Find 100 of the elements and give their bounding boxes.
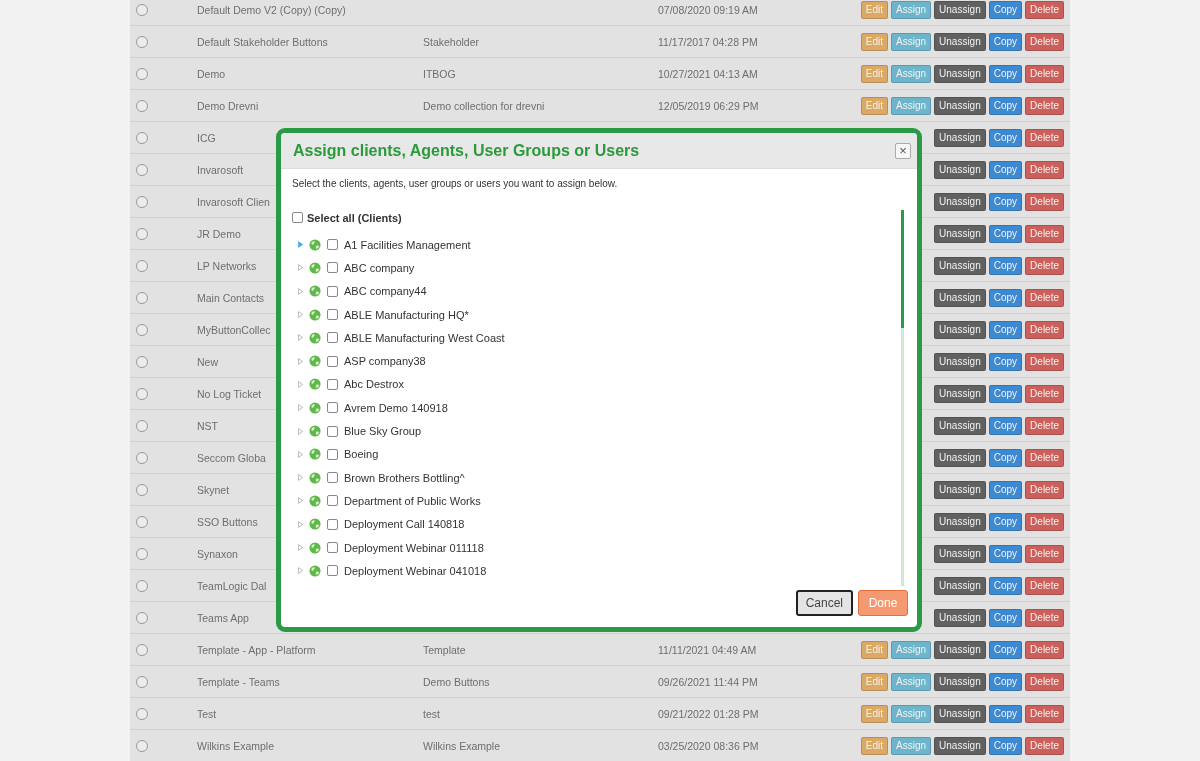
delete-button[interactable]: Delete (1025, 480, 1064, 499)
unassign-button[interactable]: Unassign (934, 704, 986, 723)
delete-button[interactable]: Delete (1025, 32, 1064, 51)
copy-button[interactable]: Copy (988, 128, 1023, 147)
radio-button[interactable] (136, 195, 148, 208)
delete-button[interactable]: Delete (1025, 608, 1064, 627)
client-name[interactable]: ABLE Manufacturing West Coast (344, 331, 505, 344)
delete-button[interactable]: Delete (1025, 736, 1064, 755)
copy-button[interactable]: Copy (988, 640, 1023, 659)
copy-button[interactable]: Copy (988, 224, 1023, 243)
assign-button[interactable]: Assign (891, 96, 932, 115)
expand-arrow-icon[interactable] (298, 567, 303, 575)
copy-button[interactable]: Copy (988, 480, 1023, 499)
unassign-button[interactable]: Unassign (934, 480, 986, 499)
copy-button[interactable]: Copy (988, 512, 1023, 531)
checkbox[interactable] (327, 285, 338, 297)
expand-arrow-icon[interactable] (298, 450, 303, 458)
delete-button[interactable]: Delete (1025, 512, 1064, 531)
radio-button[interactable] (136, 323, 148, 336)
copy-button[interactable]: Copy (988, 384, 1023, 403)
radio-button[interactable] (136, 355, 148, 368)
unassign-button[interactable]: Unassign (934, 160, 986, 179)
client-name[interactable]: Deployment Webinar 011118 (344, 541, 484, 554)
unassign-button[interactable]: Unassign (934, 640, 986, 659)
client-name[interactable]: Brown Brothers Bottling^ (344, 471, 465, 484)
unassign-button[interactable]: Unassign (934, 544, 986, 563)
radio-button[interactable] (136, 259, 148, 272)
assign-button[interactable]: Assign (891, 736, 932, 755)
checkbox[interactable] (327, 262, 338, 274)
edit-button[interactable]: Edit (860, 672, 888, 691)
delete-button[interactable]: Delete (1025, 128, 1064, 147)
delete-button[interactable]: Delete (1025, 224, 1064, 243)
unassign-button[interactable]: Unassign (934, 736, 986, 755)
copy-button[interactable]: Copy (988, 288, 1023, 307)
checkbox[interactable] (327, 448, 338, 460)
expand-arrow-icon[interactable] (298, 497, 303, 505)
copy-button[interactable]: Copy (988, 448, 1023, 467)
radio-button[interactable] (136, 643, 148, 656)
client-name[interactable]: Deployment Webinar 041018 (344, 564, 487, 577)
delete-button[interactable]: Delete (1025, 192, 1064, 211)
client-name[interactable]: A1 Facilities Management (344, 238, 471, 251)
client-name[interactable]: Department of Public Works (344, 494, 481, 507)
unassign-button[interactable]: Unassign (934, 288, 986, 307)
radio-button[interactable] (136, 739, 148, 752)
radio-button[interactable] (136, 451, 148, 464)
delete-button[interactable]: Delete (1025, 256, 1064, 275)
delete-button[interactable]: Delete (1025, 288, 1064, 307)
checkbox[interactable] (327, 565, 338, 577)
delete-button[interactable]: Delete (1025, 416, 1064, 435)
radio-button[interactable] (136, 67, 148, 80)
unassign-button[interactable]: Unassign (934, 32, 986, 51)
delete-button[interactable]: Delete (1025, 96, 1064, 115)
radio-button[interactable] (136, 707, 148, 720)
copy-button[interactable]: Copy (988, 576, 1023, 595)
assign-button[interactable]: Assign (891, 672, 932, 691)
edit-button[interactable]: Edit (860, 736, 888, 755)
delete-button[interactable]: Delete (1025, 384, 1064, 403)
edit-button[interactable]: Edit (860, 640, 888, 659)
copy-button[interactable]: Copy (988, 608, 1023, 627)
radio-button[interactable] (136, 611, 148, 624)
expand-arrow-icon[interactable] (298, 334, 303, 342)
checkbox[interactable] (327, 309, 338, 321)
radio-button[interactable] (136, 131, 148, 144)
expand-arrow-icon[interactable] (298, 264, 303, 272)
copy-button[interactable]: Copy (988, 192, 1023, 211)
edit-button[interactable]: Edit (860, 0, 888, 19)
radio-button[interactable] (136, 291, 148, 304)
checkbox[interactable] (327, 332, 338, 344)
checkbox[interactable] (327, 355, 338, 367)
client-name[interactable]: ABC company44 (344, 285, 427, 298)
radio-button[interactable] (136, 3, 148, 16)
assign-button[interactable]: Assign (891, 0, 932, 19)
client-name[interactable]: ABLE Manufacturing HQ* (344, 308, 469, 321)
expand-arrow-icon[interactable] (298, 241, 303, 249)
edit-button[interactable]: Edit (860, 32, 888, 51)
client-name[interactable]: ABC company (344, 261, 415, 274)
checkbox[interactable] (327, 542, 338, 553)
copy-button[interactable]: Copy (988, 256, 1023, 275)
client-name[interactable]: Boeing (344, 448, 379, 461)
cancel-button[interactable]: Cancel (795, 589, 853, 616)
unassign-button[interactable]: Unassign (934, 320, 986, 339)
checkbox[interactable] (327, 402, 338, 414)
copy-button[interactable]: Copy (988, 320, 1023, 339)
unassign-button[interactable]: Unassign (934, 352, 986, 371)
radio-button[interactable] (136, 387, 148, 400)
copy-button[interactable]: Copy (988, 416, 1023, 435)
unassign-button[interactable]: Unassign (934, 96, 986, 115)
client-name[interactable]: ASP company38 (344, 355, 426, 368)
expand-arrow-icon[interactable] (298, 311, 303, 319)
copy-button[interactable]: Copy (988, 0, 1023, 19)
radio-button[interactable] (136, 675, 148, 688)
edit-button[interactable]: Edit (860, 96, 888, 115)
unassign-button[interactable]: Unassign (934, 64, 986, 83)
copy-button[interactable]: Copy (988, 544, 1023, 563)
delete-button[interactable]: Delete (1025, 704, 1064, 723)
expand-arrow-icon[interactable] (298, 544, 303, 551)
copy-button[interactable]: Copy (988, 736, 1023, 755)
close-button[interactable]: × (895, 142, 911, 159)
unassign-button[interactable]: Unassign (934, 256, 986, 275)
unassign-button[interactable]: Unassign (934, 0, 986, 19)
